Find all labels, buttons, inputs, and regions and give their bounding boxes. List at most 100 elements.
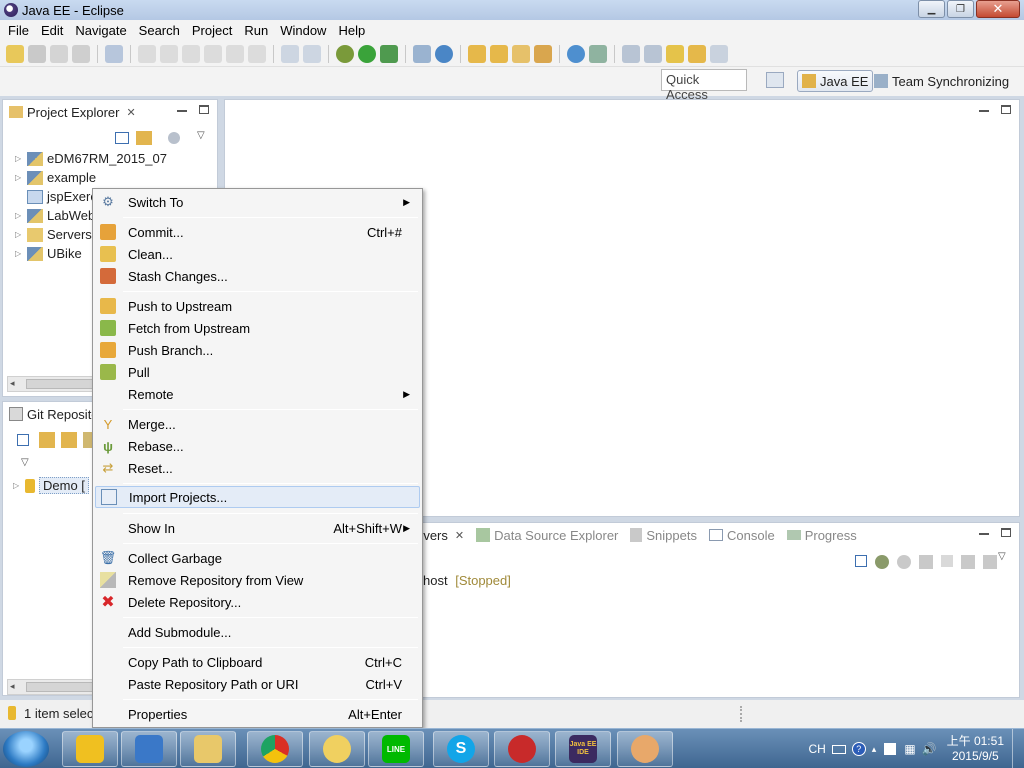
clock[interactable]: 上午 01:51 2015/9/5 [947, 734, 1004, 764]
menu-item-properties[interactable]: Properties Alt+Enter [95, 703, 420, 725]
tree-item[interactable]: ▷ LabWeb [15, 206, 95, 225]
taskbar-app[interactable] [494, 731, 550, 767]
expand-icon[interactable]: ▷ [15, 249, 23, 258]
debug-icon[interactable] [336, 44, 354, 63]
scroll-thumb[interactable] [26, 682, 94, 692]
menu-item-push-to-upstream[interactable]: Push to Upstream [95, 295, 420, 317]
start-button[interactable] [3, 731, 49, 767]
scroll-left-icon[interactable]: ◂ [10, 681, 15, 692]
tab-progress[interactable]: Progress [780, 523, 863, 547]
menu-item-paste-repository-path[interactable]: Paste Repository Path or URI Ctrl+V [95, 673, 420, 695]
print-icon[interactable] [72, 44, 90, 63]
tab-git-repositories[interactable]: Git Reposito [3, 402, 105, 426]
use-step-filters-icon[interactable] [303, 44, 321, 63]
back-icon[interactable] [688, 44, 706, 63]
taskbar-app[interactable]: S [433, 731, 489, 767]
minimize-view-button[interactable] [177, 110, 187, 112]
menu-item-collect-garbage[interactable]: 🗑 Collect Garbage [95, 547, 420, 569]
menu-item-clean[interactable]: Clean... [95, 243, 420, 265]
perspective-team-sync[interactable]: Team Synchronizing [870, 70, 1013, 92]
perspective-java-ee[interactable]: Java EE [797, 70, 874, 92]
menu-search[interactable]: Search [133, 23, 186, 38]
maximize-view-button[interactable] [1001, 528, 1011, 537]
new-icon[interactable] [6, 44, 24, 63]
tree-item[interactable]: ▷ Servers [15, 225, 92, 244]
add-repository-icon[interactable] [39, 432, 55, 448]
step-over-icon[interactable] [226, 44, 244, 63]
close-tab-icon[interactable]: ✕ [455, 529, 464, 542]
menu-item-show-in[interactable]: Show In Alt+Shift+W ▶ [95, 517, 420, 539]
pencil-icon[interactable] [534, 44, 552, 63]
tree-item[interactable]: ▷ eDM67RM_2015_07 [15, 149, 167, 168]
minimize-button[interactable]: ▁ [918, 0, 945, 18]
save-icon[interactable] [28, 44, 46, 63]
open-perspective-icon[interactable] [766, 72, 784, 88]
tree-item[interactable]: ▷ UBike [15, 244, 82, 263]
taskbar-app[interactable] [121, 731, 177, 767]
chevron-down-icon[interactable]: ▽ [998, 551, 1006, 562]
taskbar-app[interactable]: LINE [368, 731, 424, 767]
menu-item-remote[interactable]: Remote ▶ [95, 383, 420, 405]
previous-annotation-icon[interactable] [644, 44, 662, 63]
tab-project-explorer[interactable]: Project Explorer ✕ [3, 100, 142, 124]
scroll-thumb[interactable] [26, 379, 94, 389]
chevron-down-icon[interactable]: ▽ [197, 130, 205, 141]
taskbar-app[interactable] [62, 731, 118, 767]
save-all-icon[interactable] [50, 44, 68, 63]
expand-icon[interactable]: ▷ [15, 211, 23, 220]
server-row[interactable]: host [Stopped] [423, 573, 511, 588]
tab-snippets[interactable]: Snippets [624, 523, 703, 547]
view-menu-icon[interactable] [168, 132, 180, 144]
collapse-all-icon[interactable] [115, 132, 129, 144]
menu-item-remove-repository[interactable]: Remove Repository from View [95, 569, 420, 591]
format-icon[interactable] [281, 44, 299, 63]
next-annotation-icon[interactable] [622, 44, 640, 63]
horizontal-scrollbar[interactable]: ◂ [7, 679, 97, 695]
menu-item-stash-changes[interactable]: Stash Changes... [95, 265, 420, 287]
menu-project[interactable]: Project [186, 23, 238, 38]
expand-icon[interactable]: ▷ [15, 173, 23, 182]
close-button[interactable]: ✕ [976, 0, 1020, 18]
forward-icon[interactable] [710, 44, 728, 63]
terminate-icon[interactable] [182, 44, 200, 63]
taskbar-app[interactable] [180, 731, 236, 767]
link-with-editor-icon[interactable] [136, 131, 152, 145]
suspend-icon[interactable] [160, 44, 178, 63]
start-server-icon[interactable] [897, 555, 911, 569]
expand-icon[interactable]: ▷ [15, 154, 23, 163]
menu-item-reset[interactable]: ⇄ Reset... [95, 457, 420, 479]
step-return-icon[interactable] [248, 44, 266, 63]
minimize-view-button[interactable] [979, 533, 989, 535]
clone-repository-icon[interactable] [61, 432, 77, 448]
minimize-view-button[interactable] [979, 110, 989, 112]
maximize-view-button[interactable] [199, 105, 209, 114]
quick-access-input[interactable]: Quick Access [661, 69, 747, 102]
tab-servers[interactable]: rvers ✕ [419, 523, 471, 547]
maximize-view-button[interactable] [1001, 105, 1011, 114]
show-desktop-button[interactable] [1012, 729, 1024, 768]
expand-icon[interactable]: ▷ [15, 230, 23, 239]
annotation-icon[interactable] [589, 44, 607, 63]
taskbar-app[interactable] [247, 731, 303, 767]
resume-icon[interactable] [138, 44, 156, 63]
menu-item-add-submodule[interactable]: Add Submodule... [95, 621, 420, 643]
collapse-all-icon[interactable] [17, 434, 29, 446]
tree-item[interactable]: ▷ example [15, 168, 96, 187]
menu-item-pull[interactable]: Pull [95, 361, 420, 383]
network-icon[interactable]: ▦ [904, 742, 915, 756]
menu-edit[interactable]: Edit [35, 23, 69, 38]
expand-icon[interactable]: ▷ [13, 481, 21, 490]
debug-server-icon[interactable] [875, 555, 889, 569]
menu-item-commit[interactable]: Commit... Ctrl+# [95, 221, 420, 243]
menu-item-delete-repository[interactable]: ✖ Delete Repository... [95, 591, 420, 613]
taskbar-app[interactable] [617, 731, 673, 767]
tree-item[interactable]: jspExerc [15, 187, 97, 206]
menu-item-copy-path[interactable]: Copy Path to Clipboard Ctrl+C [95, 651, 420, 673]
menu-item-fetch-from-upstream[interactable]: Fetch from Upstream [95, 317, 420, 339]
scroll-left-icon[interactable]: ◂ [10, 378, 15, 389]
tab-data-source-explorer[interactable]: Data Source Explorer [470, 523, 625, 547]
keyboard-icon[interactable] [831, 744, 846, 754]
taskbar-app[interactable] [309, 731, 365, 767]
new-server-icon[interactable] [413, 44, 431, 63]
chevron-down-icon[interactable]: ▽ [21, 457, 29, 468]
